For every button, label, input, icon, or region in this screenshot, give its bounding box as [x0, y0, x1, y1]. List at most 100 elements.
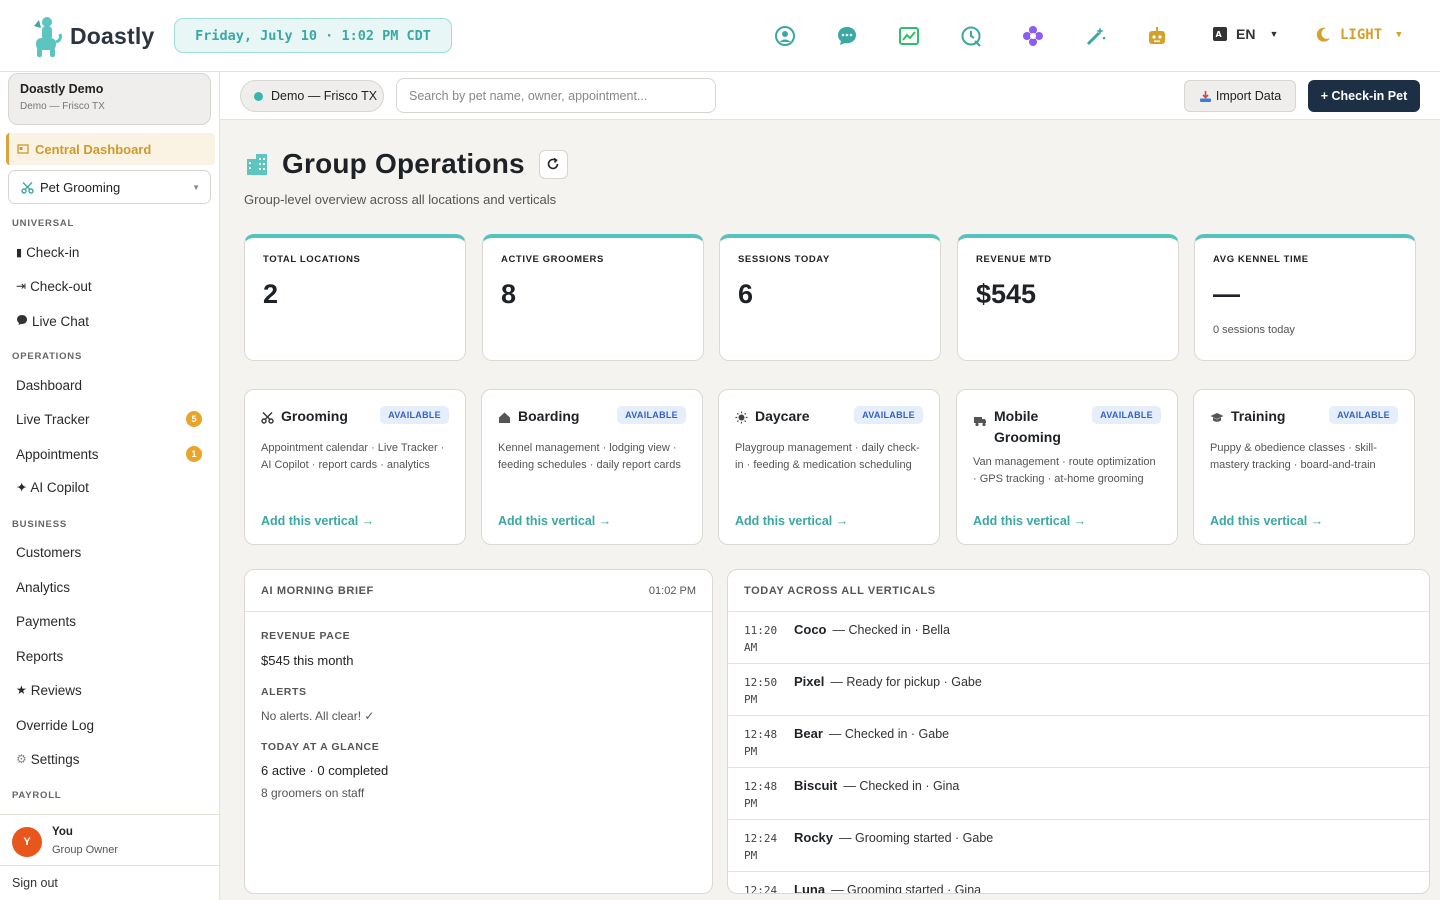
org-name: Doastly Demo: [20, 82, 104, 96]
app-logo[interactable]: Doastly: [30, 14, 154, 58]
dashboard-icon: [17, 144, 29, 154]
sidebar-item-label: Appointments: [16, 446, 99, 462]
stat-card-active-groomers: ACTIVE GROOMERS 8: [482, 234, 704, 361]
activity-row[interactable]: 12:24 PM Rocky — Grooming started · Gabe: [728, 820, 1429, 872]
svg-text:A: A: [1216, 30, 1223, 39]
robot-icon[interactable]: [1145, 24, 1169, 48]
activity-time: 12:24 PM: [744, 884, 778, 894]
panel-title: AI MORNING BRIEF: [261, 584, 374, 597]
star-icon: ★: [16, 683, 27, 697]
chat-icon[interactable]: [835, 24, 859, 48]
stat-label: REVENUE MTD: [976, 254, 1052, 265]
activity-row[interactable]: 12:48 PM Bear — Checked in · Gabe: [728, 716, 1429, 768]
sidebar-item-payments[interactable]: Payments: [16, 609, 206, 633]
sidebar-item-label: Central Dashboard: [35, 141, 152, 157]
add-vertical-link[interactable]: Add this vertical →: [498, 514, 611, 528]
sidebar-item-live-tracker[interactable]: Live Tracker 5: [16, 407, 206, 431]
activity-row[interactable]: 12:48 PM Biscuit — Checked in · Gina: [728, 768, 1429, 820]
theme-toggle[interactable]: LIGHT ▼: [1314, 26, 1402, 44]
sign-out-link[interactable]: Sign out: [0, 865, 219, 900]
sidebar-item-label: Payments: [16, 613, 77, 629]
sidebar-item-settings[interactable]: ⚙ Settings: [16, 747, 206, 771]
stat-value: $545: [976, 279, 1037, 309]
vertical-description: Kennel management · lodging view · feedi…: [498, 442, 681, 471]
add-vertical-link[interactable]: Add this vertical →: [973, 514, 1086, 528]
sidebar-item-check-out[interactable]: ⇥ Check-out: [16, 274, 206, 298]
refresh-button[interactable]: [538, 149, 568, 179]
stat-card-revenue-mtd: REVENUE MTD $545: [957, 234, 1179, 361]
status-badge: AVAILABLE: [1329, 406, 1398, 424]
sidebar-item-analytics[interactable]: Analytics: [16, 575, 206, 599]
page-header: Group Operations: [244, 148, 568, 180]
section-operations: OPERATIONS: [12, 351, 83, 362]
pet-name: Bear: [794, 726, 823, 741]
add-vertical-link[interactable]: Add this vertical →: [261, 514, 374, 528]
scissors-icon: [261, 409, 274, 430]
pet-name: Rocky: [794, 830, 834, 845]
import-data-label: Import Data: [1215, 89, 1282, 103]
status-dot-icon: [254, 91, 263, 101]
chevron-down-icon: ▼: [192, 182, 200, 192]
add-vertical-link[interactable]: Add this vertical →: [735, 514, 848, 528]
import-data-button[interactable]: Import Data: [1184, 80, 1296, 112]
sidebar-item-label: Settings: [30, 751, 80, 767]
stat-label: ACTIVE GROOMERS: [501, 254, 604, 265]
stat-card-avg-kennel-time: AVG KENNEL TIME — 0 sessions today: [1194, 234, 1416, 361]
stat-value: 6: [738, 279, 754, 309]
clock-icon[interactable]: [959, 24, 983, 48]
sidebar-item-label: Dashboard: [16, 377, 83, 393]
activity-row[interactable]: 12:50 PM Pixel — Ready for pickup · Gabe: [728, 664, 1429, 716]
stat-value: 8: [501, 279, 517, 309]
section-universal: UNIVERSAL: [12, 218, 75, 229]
app-name: Doastly: [70, 22, 155, 49]
pet-name: Biscuit: [794, 778, 838, 793]
sidebar: Doastly Demo Demo — Frisco TX Central Da…: [0, 72, 220, 900]
sidebar-item-dashboard[interactable]: Dashboard: [16, 373, 206, 397]
datetime-display: Friday, July 10 · 1:02 PM CDT: [174, 18, 452, 53]
chart-icon[interactable]: [897, 24, 921, 48]
check-in-pet-button[interactable]: + Check-in Pet: [1308, 80, 1420, 112]
user-role: Group Owner: [52, 844, 119, 856]
chevron-down-icon: ▼: [1269, 29, 1279, 39]
graduation-cap-icon: [1210, 409, 1224, 430]
moon-icon: [1316, 27, 1330, 42]
magic-wand-icon[interactable]: [1084, 24, 1108, 48]
sidebar-item-label: Analytics: [16, 579, 71, 595]
vertical-name: Boarding: [518, 408, 580, 424]
vertical-card-boarding: Boarding AVAILABLE Kennel management · l…: [481, 389, 703, 545]
vertical-card-grooming: Grooming AVAILABLE Appointment calendar …: [244, 389, 466, 545]
user-profile[interactable]: Y You Group Owner: [0, 814, 219, 866]
revenue-pace-label: REVENUE PACE: [261, 630, 351, 642]
vertical-select[interactable]: Pet Grooming ▼: [8, 170, 211, 204]
alerts-value: No alerts. All clear! ✓: [261, 709, 375, 723]
sidebar-item-appointments[interactable]: Appointments 1: [16, 442, 206, 466]
sidebar-item-override-log[interactable]: Override Log: [16, 713, 206, 737]
page-subtitle: Group-level overview across all location…: [244, 192, 557, 207]
location-pill[interactable]: Demo — Frisco TX: [240, 80, 384, 112]
brief-time: 01:02 PM: [648, 584, 696, 597]
sidebar-item-reviews[interactable]: ★ Reviews: [16, 678, 206, 702]
vertical-name: Training: [1231, 408, 1286, 424]
status-badge: AVAILABLE: [854, 406, 923, 424]
sidebar-item-central-dashboard[interactable]: Central Dashboard: [6, 133, 215, 165]
sidebar-item-live-chat[interactable]: Live Chat: [16, 309, 206, 333]
support-icon[interactable]: [773, 24, 797, 48]
activity-row[interactable]: 12:24 PM Luna — Grooming started · Gina: [728, 872, 1429, 894]
stat-label: AVG KENNEL TIME: [1213, 254, 1309, 265]
add-vertical-link[interactable]: Add this vertical →: [1210, 514, 1323, 528]
sidebar-item-check-in[interactable]: ▮ Check-in: [16, 240, 206, 264]
count-badge: 5: [186, 411, 202, 427]
search-input[interactable]: [396, 78, 716, 113]
sidebar-item-customers[interactable]: Customers: [16, 540, 206, 564]
sidebar-item-ai-copilot[interactable]: ✦ AI Copilot: [16, 476, 206, 500]
flower-icon[interactable]: [1021, 24, 1045, 48]
org-switcher[interactable]: Doastly Demo Demo — Frisco TX: [8, 73, 211, 125]
clipboard-icon: ▮: [16, 246, 23, 259]
vertical-card-daycare: Daycare AVAILABLE Playgroup management ·…: [718, 389, 940, 545]
chevron-down-icon: ▼: [1396, 30, 1402, 40]
activity-row[interactable]: 11:20 AM Coco — Checked in · Bella: [728, 612, 1429, 664]
sidebar-item-reports[interactable]: Reports: [16, 644, 206, 668]
language-select[interactable]: A EN ▼: [1212, 26, 1278, 42]
vertical-description: Van management · route optimization · GP…: [973, 456, 1156, 485]
pet-name: Coco: [794, 622, 827, 637]
